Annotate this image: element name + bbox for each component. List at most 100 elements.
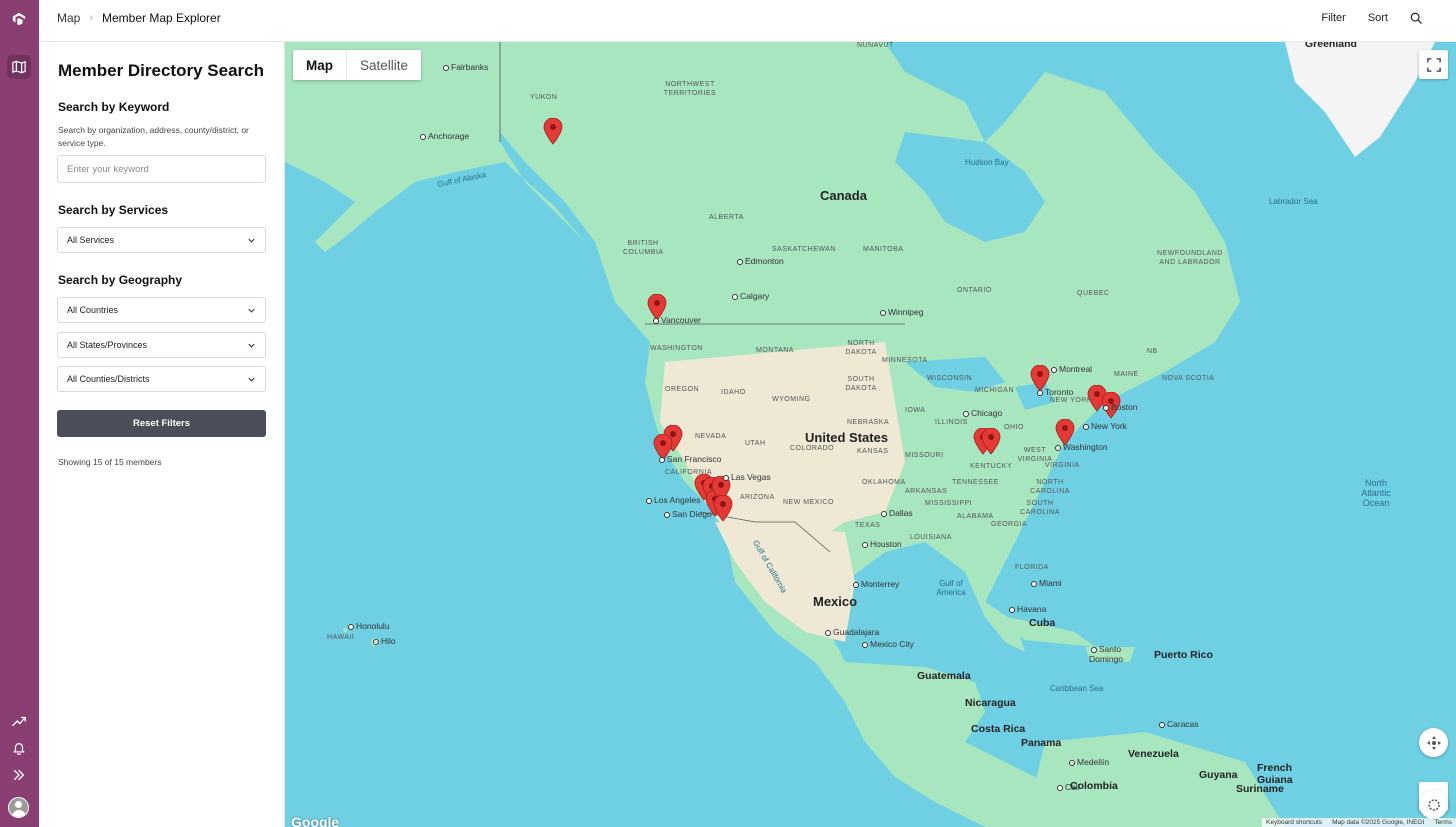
top-actions: Filter Sort: [1299, 11, 1424, 25]
filter-button[interactable]: Filter: [1321, 12, 1345, 24]
map-label-guyana: Guyana: [1199, 769, 1238, 781]
map-label-labrador-sea: Labrador Sea: [1269, 197, 1318, 206]
breadcrumb: Map › Member Map Explorer: [57, 11, 221, 25]
map-label-california: CALIFORNIA: [665, 469, 713, 476]
map-label-cuba: Cuba: [1029, 617, 1056, 629]
avatar[interactable]: [8, 797, 29, 818]
country-select[interactable]: All Countries: [57, 297, 266, 323]
county-select-value: All Counties/Districts: [67, 374, 150, 384]
expand-sidebar-icon[interactable]: [8, 764, 30, 786]
city-havana: Havana: [1009, 604, 1046, 614]
panel-title: Member Directory Search: [58, 61, 264, 80]
map-label-caribbean: Caribbean Sea: [1050, 684, 1104, 693]
map-label-ontario: ONTARIO: [957, 287, 992, 294]
city-montreal: Montreal: [1051, 364, 1092, 374]
city-honolulu: Honolulu: [348, 621, 390, 631]
map-label-mexico: Mexico: [813, 594, 858, 609]
map-label-wisconsin: WISCONSIN: [927, 375, 972, 382]
reset-filters-button[interactable]: Reset Filters: [57, 410, 266, 437]
camera-control-icon[interactable]: [1419, 728, 1448, 757]
map-label-alberta: ALBERTA: [709, 214, 744, 221]
city-las-vegas: Las Vegas: [723, 472, 771, 482]
map-label-north-carolina: NORTH CAROLINA: [1030, 479, 1070, 495]
member-pin-icon[interactable]: [713, 495, 733, 522]
map-label-nova-scotia: NOVA SCOTIA: [1162, 375, 1215, 382]
map-label-canada: Canada: [820, 188, 867, 203]
map-label-manitoba: MANITOBA: [863, 246, 904, 253]
map-label-washington: WASHINGTON: [650, 345, 703, 352]
result-count: Showing 15 of 15 members: [58, 457, 162, 467]
city-medellin: Medellín: [1069, 757, 1109, 767]
city-new-york: New York: [1083, 421, 1127, 431]
left-rail: [0, 0, 39, 827]
map-label-illinois: ILLINOIS: [935, 419, 968, 426]
keyboard-shortcuts-link[interactable]: Keyboard shortcuts: [1266, 819, 1322, 826]
top-bar: Map › Member Map Explorer Filter Sort: [39, 0, 1456, 42]
map-label-florida: FLORIDA: [1015, 564, 1049, 571]
county-select[interactable]: All Counties/Districts: [57, 366, 266, 392]
map-label-bc: BRITISH COLUMBIA: [623, 240, 664, 256]
city-fairbanks: Fairbanks: [443, 62, 488, 72]
map-label-nunavut: NUNAVUT: [857, 42, 894, 49]
map-label-idaho: IDAHO: [721, 389, 746, 396]
map-label-ohio: OHIO: [1004, 424, 1024, 431]
avatar-head: [15, 801, 22, 808]
map-label-arkansas: ARKANSAS: [905, 488, 948, 495]
breadcrumb-current: Member Map Explorer: [102, 11, 221, 25]
app-logo-icon[interactable]: [8, 8, 30, 30]
city-guadalajara: Guadalajara: [825, 627, 879, 637]
city-hilo: Hilo: [373, 636, 396, 646]
chevron-down-icon: [248, 377, 255, 382]
member-pin-icon[interactable]: [981, 428, 1001, 455]
map-type-control: Map Satellite: [293, 50, 422, 80]
breadcrumb-root[interactable]: Map: [57, 11, 80, 25]
map-label-quebec: QUEBEC: [1077, 290, 1110, 297]
state-select[interactable]: All States/Provinces: [57, 332, 266, 358]
analytics-icon[interactable]: [8, 710, 30, 732]
city-houston: Houston: [862, 539, 902, 549]
map-nav-icon[interactable]: [7, 55, 31, 79]
chevron-right-icon: ›: [89, 12, 94, 24]
map-label-guatemala: Guatemala: [917, 670, 971, 682]
services-heading: Search by Services: [58, 203, 169, 217]
map-label-north-atlantic: North Atlantic Ocean: [1361, 478, 1391, 508]
map-label-new-mexico: NEW MEXICO: [783, 499, 834, 506]
city-cali: Cali: [1057, 782, 1080, 792]
map-label-french-guiana: French Guiana: [1257, 762, 1293, 786]
map-label-virginia: VIRGINIA: [1045, 462, 1080, 469]
map-label-new-york-state: NEW YORK: [1050, 397, 1092, 404]
map-label-texas: TEXAS: [855, 522, 881, 529]
avatar-body: [11, 810, 26, 817]
map-label-costa-rica: Costa Rica: [971, 723, 1026, 735]
map-label-yukon: YUKON: [530, 94, 558, 101]
map-label-alabama: ALABAMA: [957, 513, 994, 520]
map-label-montana: MONTANA: [756, 347, 794, 354]
map-label-georgia: GEORGIA: [991, 521, 1028, 528]
member-pin-icon[interactable]: [543, 118, 563, 145]
map-label-nicaragua: Nicaragua: [965, 697, 1016, 709]
city-vancouver: Vancouver: [653, 315, 701, 325]
fullscreen-icon[interactable]: [1419, 50, 1448, 79]
city-san-diego: San Diego: [664, 509, 712, 519]
map-canvas[interactable]: Greenland Canada United States Mexico Cu…: [285, 42, 1456, 827]
keyword-input[interactable]: [58, 156, 265, 182]
map-type-map-button[interactable]: Map: [293, 50, 347, 80]
search-sidebar: Member Directory Search Search by Keywor…: [39, 42, 285, 827]
map-label-kansas: KANSAS: [857, 448, 889, 455]
city-anchorage: Anchorage: [420, 131, 469, 141]
country-select-value: All Countries: [67, 305, 119, 315]
terms-link[interactable]: Terms: [1434, 819, 1452, 826]
bell-icon[interactable]: [8, 737, 30, 759]
map-label-north-dakota: NORTH DAKOTA: [845, 340, 877, 356]
search-icon[interactable]: [1410, 11, 1424, 25]
services-select[interactable]: All Services: [57, 227, 266, 253]
map-label-nevada: NEVADA: [695, 433, 727, 440]
location-icon[interactable]: [1419, 790, 1448, 819]
keyword-field[interactable]: [57, 155, 266, 183]
map-label-michigan: MICHIGAN: [975, 387, 1014, 394]
sort-button[interactable]: Sort: [1368, 12, 1388, 24]
map-label-nwt: NORTHWEST TERRITORIES: [663, 81, 717, 97]
map-data-credit: Map data ©2025 Google, INEGI: [1332, 819, 1425, 826]
map-label-maine: MAINE: [1114, 371, 1139, 378]
map-type-satellite-button[interactable]: Satellite: [347, 50, 421, 80]
